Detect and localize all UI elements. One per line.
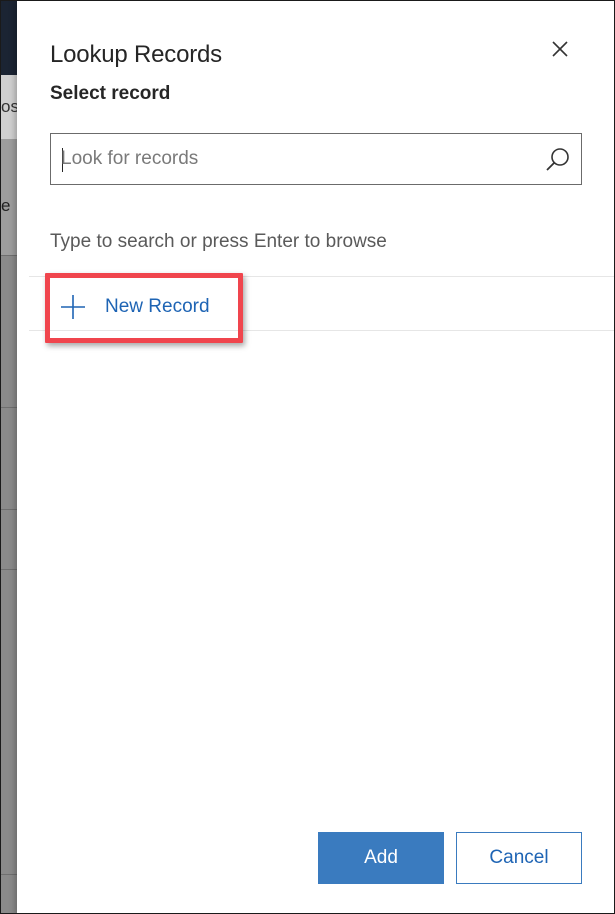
dialog-subtitle: Select record: [50, 83, 171, 104]
search-input[interactable]: [61, 142, 531, 176]
close-button[interactable]: [545, 34, 575, 64]
background-app-text: e: [1, 196, 11, 215]
background-divider: [1, 407, 17, 408]
dialog-title: Lookup Records: [50, 41, 222, 68]
background-divider: [1, 255, 17, 256]
background-divider: [1, 569, 17, 570]
search-hint: Type to search or press Enter to browse: [50, 231, 387, 252]
background-app-section: e: [1, 139, 17, 255]
background-app-header: [1, 1, 17, 75]
search-field: [50, 133, 582, 185]
new-record-label: New Record: [105, 296, 210, 317]
background-divider: [1, 509, 17, 510]
cancel-button[interactable]: Cancel: [456, 832, 582, 884]
add-button[interactable]: Add: [318, 832, 444, 884]
search-icon: [546, 148, 569, 171]
search-button[interactable]: [543, 145, 573, 175]
background-app-section: os: [1, 75, 19, 139]
background-divider: [1, 874, 17, 875]
close-icon: [552, 41, 568, 57]
new-record-button[interactable]: New Record: [45, 273, 243, 343]
background-app: os e: [1, 1, 19, 913]
screenshot-frame: os e Lookup Records Select record Look f…: [0, 0, 615, 914]
plus-icon: [61, 295, 85, 319]
lookup-records-dialog: Lookup Records Select record Type to sea…: [17, 1, 614, 913]
